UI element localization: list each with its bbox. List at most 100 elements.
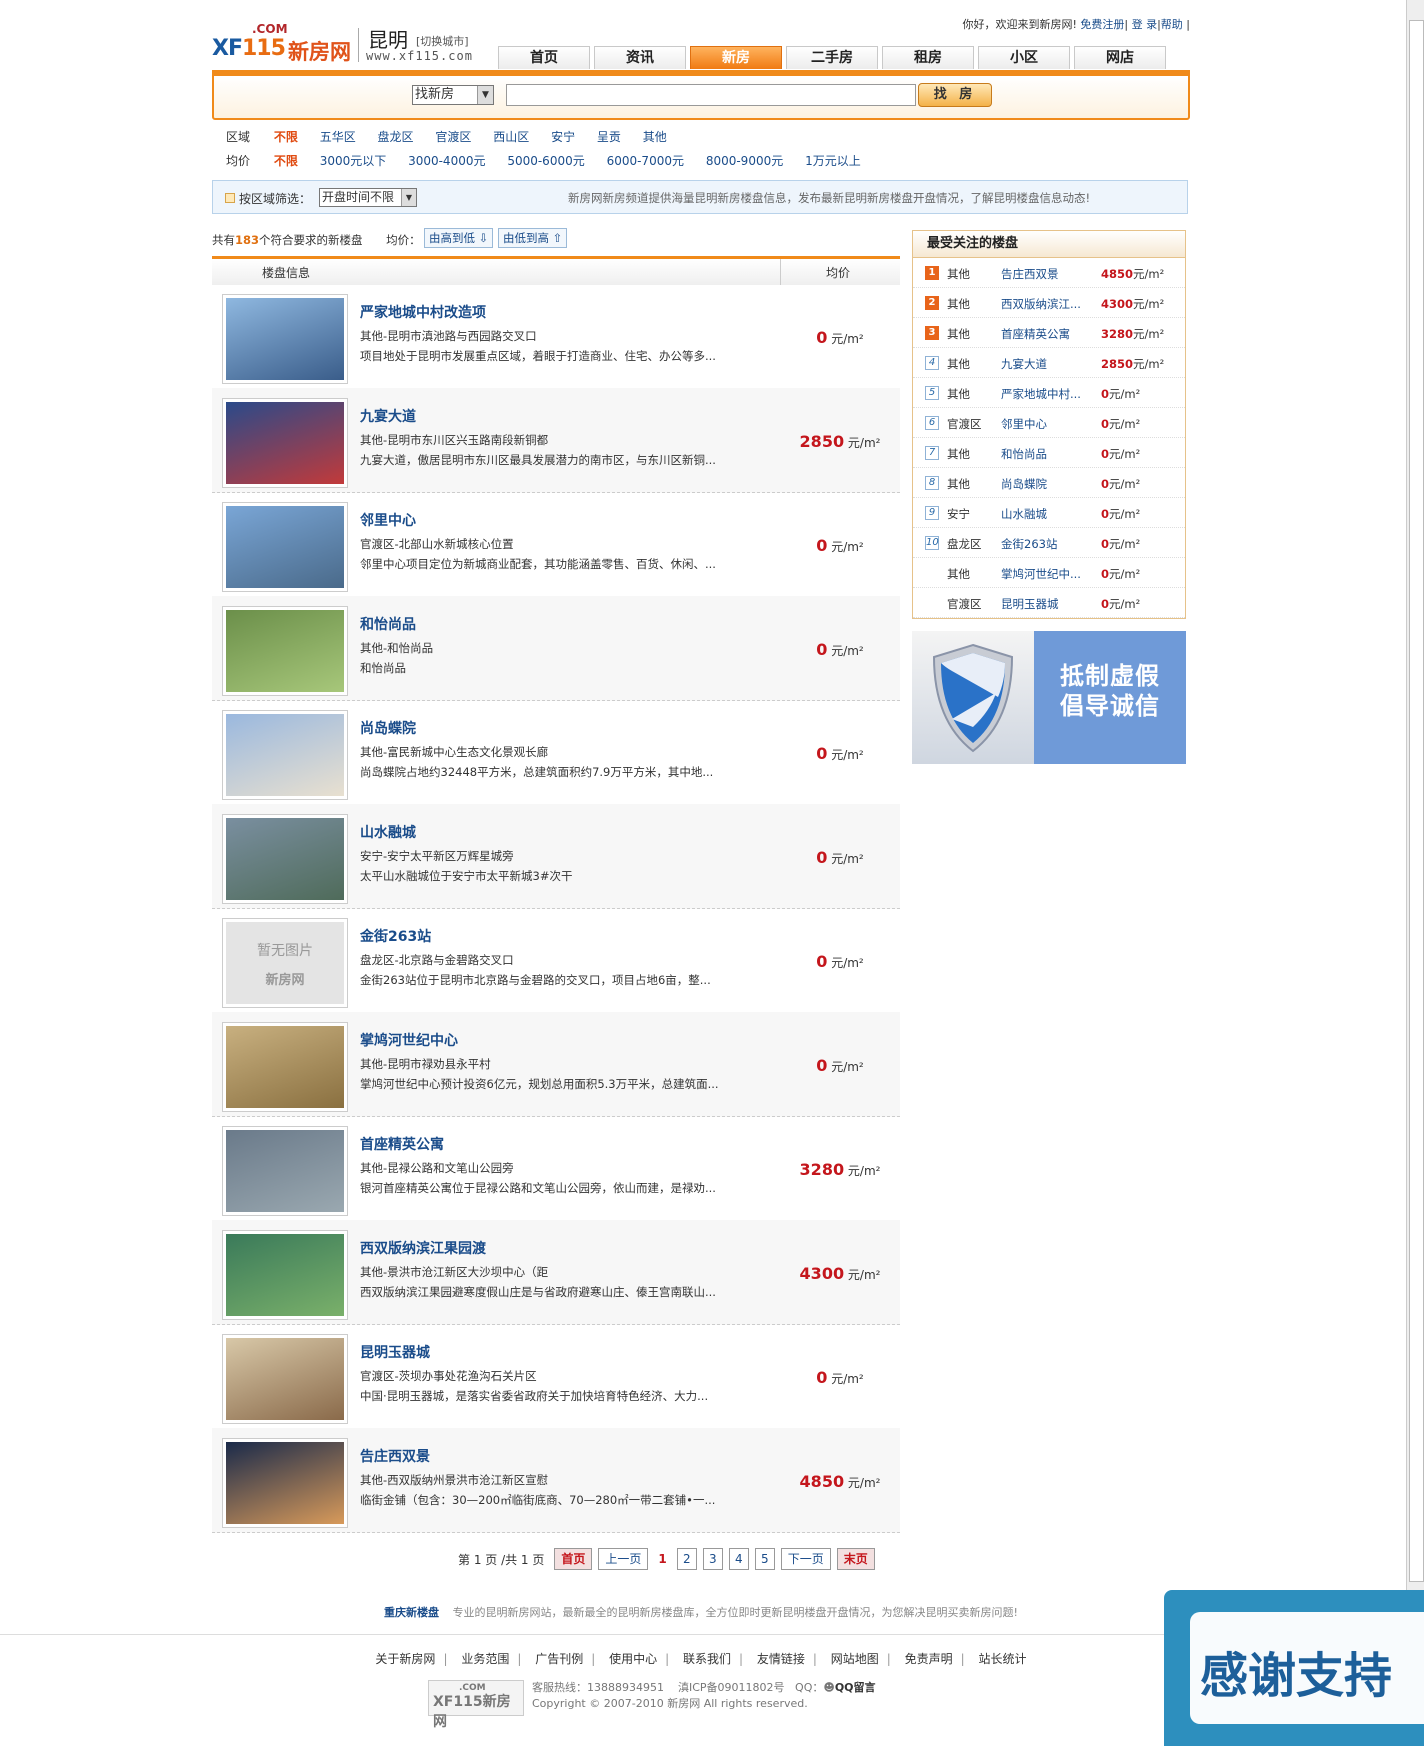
property-name-link[interactable]: 告庄西双景 — [360, 1446, 430, 1466]
popular-name-link[interactable]: 告庄西双景 — [1001, 266, 1059, 282]
list-item: 掌鸠河世纪中心 其他-昆明市禄劝县永平村 掌鸠河世纪中心预计投资6亿元，规划总用面积… — [212, 1012, 900, 1117]
region-option[interactable]: 其他 — [643, 130, 667, 144]
login-link[interactable]: 登 录 — [1132, 18, 1158, 31]
popular-name-link[interactable]: 金街263站 — [1001, 536, 1057, 552]
page-link[interactable]: 3 — [702, 1548, 723, 1570]
price-option[interactable]: 1万元以上 — [805, 154, 861, 168]
property-thumb[interactable] — [222, 1334, 348, 1424]
property-name-link[interactable]: 九宴大道 — [360, 406, 416, 426]
popular-name-link[interactable]: 邻里中心 — [1001, 416, 1047, 432]
list-item: 和怡尚品 其他-和怡尚品 和怡尚品 0 元/m² — [212, 596, 900, 701]
footer-link[interactable]: 免责声明 — [905, 1652, 953, 1666]
prev-page-button[interactable]: 上一页 — [598, 1548, 649, 1570]
region-option[interactable]: 官渡区 — [435, 130, 471, 144]
page-link[interactable]: 4 — [728, 1548, 749, 1570]
promo-link[interactable]: 重庆新楼盘 — [384, 1606, 439, 1619]
header-divider — [358, 28, 359, 62]
property-name-link[interactable]: 尚岛蝶院 — [360, 718, 416, 738]
scrollbar-thumb[interactable] — [1409, 20, 1424, 1582]
last-page-button[interactable]: 末页 — [836, 1548, 875, 1570]
sort-desc-button[interactable]: 由高到低 ⇩ — [424, 228, 494, 248]
region-option[interactable]: 呈贡 — [597, 130, 621, 144]
footer-link[interactable]: 关于新房网 — [375, 1652, 435, 1666]
property-name-link[interactable]: 金街263站 — [360, 926, 431, 946]
search-button[interactable]: 找 房 — [918, 83, 992, 107]
price-option[interactable]: 3000元以下 — [320, 154, 387, 168]
logo-cn: 新房网 — [288, 40, 351, 64]
footer-link[interactable]: 使用中心 — [609, 1652, 657, 1666]
popular-name-link[interactable]: 昆明玉器城 — [1001, 596, 1059, 612]
thanks-float-banner[interactable]: 感谢支持 — [1164, 1590, 1424, 1746]
page-link[interactable]: 5 — [754, 1548, 775, 1570]
property-thumb[interactable] — [222, 1022, 348, 1112]
price-option[interactable]: 不限 — [274, 154, 298, 168]
switch-city-link[interactable]: [切换城市] — [416, 33, 469, 49]
sort-asc-button[interactable]: 由低到高 ⇧ — [498, 228, 568, 248]
first-page-button[interactable]: 首页 — [554, 1548, 593, 1570]
footer-link[interactable]: 网站地图 — [831, 1652, 879, 1666]
nav-home[interactable]: 首页 — [498, 46, 590, 69]
region-option[interactable]: 安宁 — [551, 130, 575, 144]
property-thumb[interactable] — [222, 1230, 348, 1320]
popular-name-link[interactable]: 首座精英公寓 — [1001, 326, 1070, 342]
vertical-scrollbar[interactable] — [1406, 0, 1424, 1746]
region-option[interactable]: 盘龙区 — [378, 130, 414, 144]
footer-info: 客服热线：13888934951 滇ICP备09011802号 QQ：☻QQ留言… — [532, 1681, 876, 1710]
property-name-link[interactable]: 和怡尚品 — [360, 614, 416, 634]
nav-community[interactable]: 小区 — [978, 46, 1070, 69]
property-name-link[interactable]: 西双版纳滨江果园渡 — [360, 1238, 486, 1258]
property-desc: 中国·昆明玉器城，是落实省委省政府关于加快培育特色经济、大力... — [360, 1389, 709, 1403]
price-option[interactable]: 8000-9000元 — [706, 154, 783, 168]
property-address: 其他-昆禄公路和文笔山公园旁 — [360, 1161, 514, 1175]
price-option[interactable]: 6000-7000元 — [607, 154, 684, 168]
nav-rent[interactable]: 租房 — [882, 46, 974, 69]
property-thumb[interactable] — [222, 502, 348, 592]
property-thumb[interactable] — [222, 398, 348, 488]
popular-name-link[interactable]: 严家地城中村... — [1001, 386, 1081, 402]
register-link[interactable]: 免费注册 — [1080, 18, 1124, 31]
property-thumb[interactable] — [222, 1126, 348, 1216]
footer-link[interactable]: 友情链接 — [757, 1652, 805, 1666]
popular-name-link[interactable]: 尚岛蝶院 — [1001, 476, 1047, 492]
property-thumb[interactable] — [222, 1438, 348, 1528]
price-option[interactable]: 3000-4000元 — [408, 154, 485, 168]
next-page-button[interactable]: 下一页 — [780, 1548, 831, 1570]
property-thumb[interactable] — [222, 294, 348, 384]
nav-news[interactable]: 资讯 — [594, 46, 686, 69]
property-thumb[interactable] — [222, 606, 348, 696]
footer-link[interactable]: 业务范围 — [461, 1652, 509, 1666]
nav-second-hand[interactable]: 二手房 — [786, 46, 878, 69]
search-input[interactable] — [506, 84, 916, 106]
property-name-link[interactable]: 昆明玉器城 — [360, 1342, 430, 1362]
property-name-link[interactable]: 邻里中心 — [360, 510, 416, 530]
property-thumb[interactable]: 暂无图片 新房网 — [222, 918, 348, 1008]
popular-name-link[interactable]: 九宴大道 — [1001, 356, 1047, 372]
integrity-banner[interactable]: 抵制虚假 倡导诚信 — [912, 631, 1186, 764]
property-thumb[interactable] — [222, 814, 348, 904]
area-filter-label: 按区域筛选： — [239, 192, 312, 206]
open-time-select[interactable]: 开盘时间不限 ▼ — [319, 188, 417, 207]
footer-link[interactable]: 站长统计 — [979, 1652, 1027, 1666]
popular-name-link[interactable]: 和怡尚品 — [1001, 446, 1047, 462]
footer-link[interactable]: 广告刊例 — [535, 1652, 583, 1666]
region-option[interactable]: 不限 — [274, 130, 298, 144]
nav-new-house[interactable]: 新房 — [690, 46, 782, 69]
nav-shop[interactable]: 网店 — [1074, 46, 1166, 69]
property-thumb[interactable] — [222, 710, 348, 800]
popular-name-link[interactable]: 掌鸠河世纪中... — [1001, 566, 1081, 582]
region-option[interactable]: 五华区 — [320, 130, 356, 144]
property-name-link[interactable]: 首座精英公寓 — [360, 1134, 444, 1154]
site-logo[interactable]: .COM XF115 新房网 — [212, 22, 360, 64]
property-name-link[interactable]: 掌鸠河世纪中心 — [360, 1030, 458, 1050]
price-option[interactable]: 5000-6000元 — [507, 154, 584, 168]
property-name-link[interactable]: 山水融城 — [360, 822, 416, 842]
region-option[interactable]: 西山区 — [493, 130, 529, 144]
popular-name-link[interactable]: 西双版纳滨江... — [1001, 296, 1081, 312]
qq-message-link[interactable]: QQ留言 — [835, 1681, 876, 1694]
popular-name-link[interactable]: 山水融城 — [1001, 506, 1047, 522]
property-name-link[interactable]: 严家地城中村改造项 — [360, 302, 486, 322]
search-type-select[interactable]: 找新房 ▼ — [412, 85, 494, 105]
page-link[interactable]: 2 — [676, 1548, 697, 1570]
footer-link[interactable]: 联系我们 — [683, 1652, 731, 1666]
help-link[interactable]: 帮助 — [1161, 18, 1183, 31]
